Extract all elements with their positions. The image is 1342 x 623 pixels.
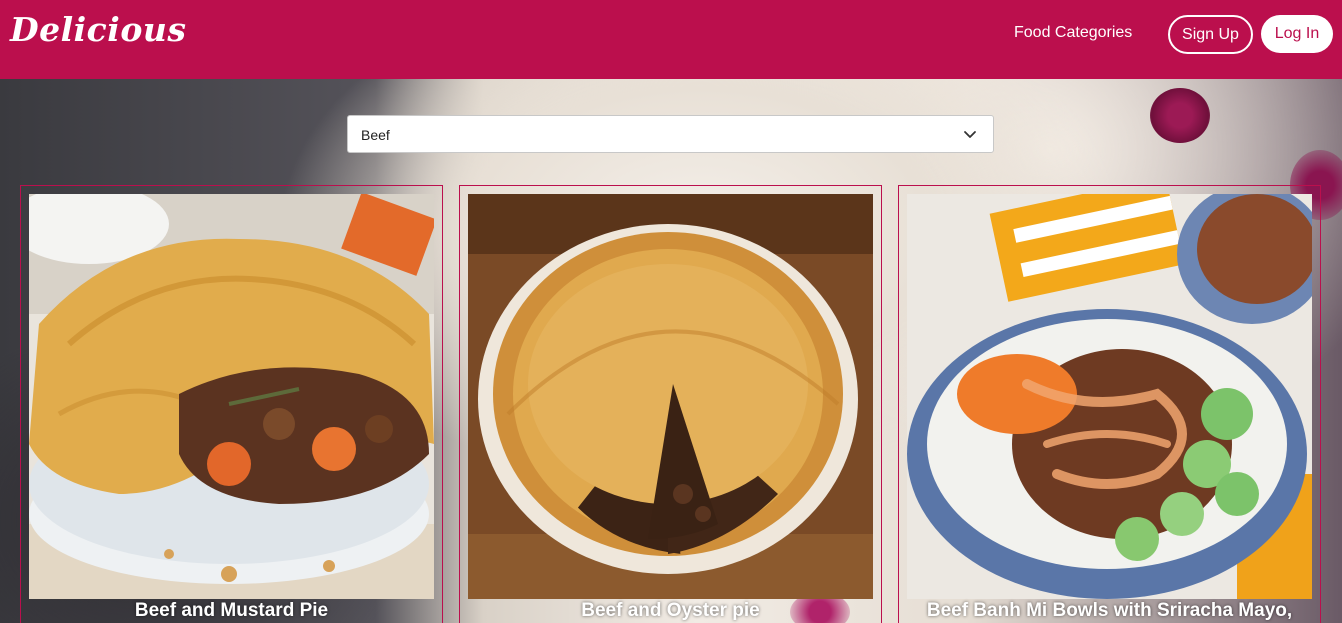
recipe-image[interactable]: [468, 194, 873, 599]
recipe-image[interactable]: [907, 194, 1312, 599]
recipe-card[interactable]: Beef and Mustard Pie: [20, 185, 443, 623]
background-flower: [1150, 88, 1210, 143]
chevron-down-icon: [964, 131, 976, 138]
log-in-button[interactable]: Log In: [1261, 15, 1333, 53]
site-logo[interactable]: Delicious: [10, 10, 186, 49]
sign-up-button[interactable]: Sign Up: [1168, 15, 1253, 54]
recipe-title[interactable]: Beef and Mustard Pie: [21, 600, 442, 622]
recipe-title[interactable]: Beef and Oyster pie: [460, 600, 881, 622]
recipe-image[interactable]: [29, 194, 434, 599]
recipe-card[interactable]: Beef Banh Mi Bowls with Sriracha Mayo,: [898, 185, 1321, 623]
navbar: Delicious Food Categories Sign Up Log In: [0, 0, 1342, 79]
recipe-card[interactable]: Beef and Oyster pie: [459, 185, 882, 623]
category-select[interactable]: Beef: [347, 115, 994, 153]
recipe-title[interactable]: Beef Banh Mi Bowls with Sriracha Mayo,: [899, 600, 1320, 622]
nav-link-food-categories[interactable]: Food Categories: [1014, 24, 1132, 42]
category-select-value: Beef: [361, 127, 390, 143]
